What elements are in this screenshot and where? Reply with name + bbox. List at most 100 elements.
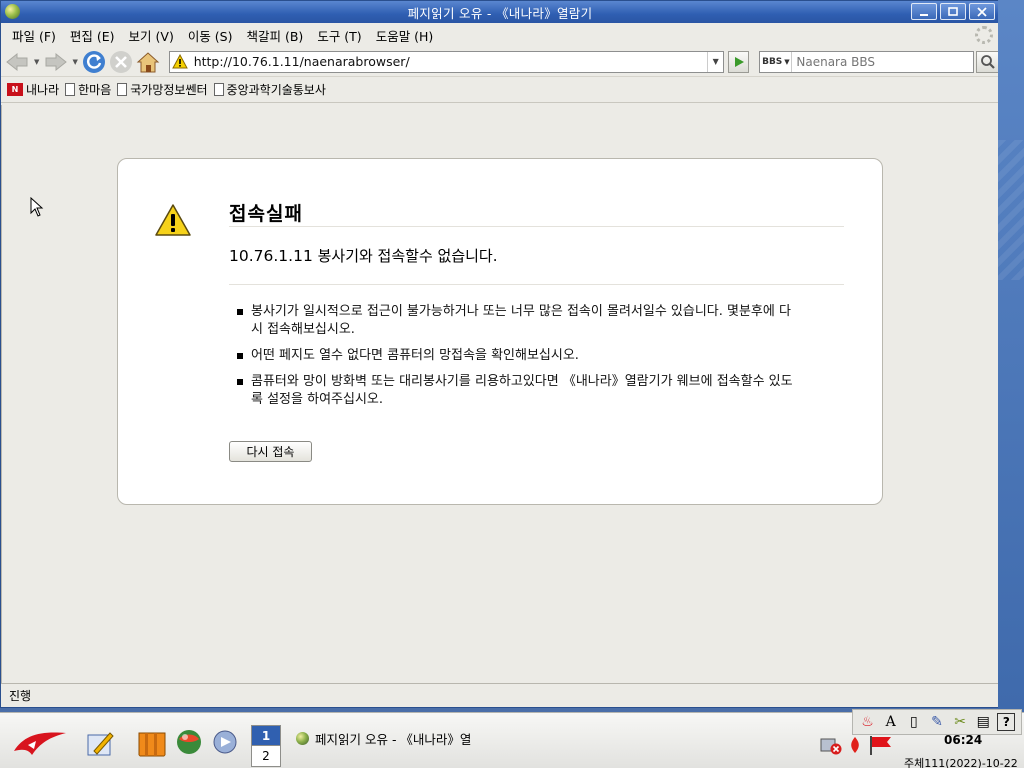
list-item: 봉사기가 일시적으로 접근이 불가능하거나 또는 너무 많은 접속이 몰려서일수… bbox=[235, 303, 795, 339]
notification-area bbox=[820, 735, 892, 755]
menu-go[interactable]: 이동 (S) bbox=[181, 26, 240, 45]
flame-status-icon[interactable] bbox=[848, 736, 862, 754]
page-icon bbox=[117, 83, 128, 96]
bookmark-label: 중앙과학기술통보사 bbox=[226, 83, 326, 97]
taskbar-window-button[interactable]: 페지읽기 오유 - 《내나라》열 bbox=[296, 727, 496, 749]
stop-button[interactable] bbox=[109, 49, 134, 75]
media-player-launcher-icon[interactable] bbox=[212, 729, 240, 757]
page-content: 접속실패 10.76.1.11 봉사기와 접속할수 없습니다. 봉사기가 일시적… bbox=[1, 105, 997, 683]
bookmark-label: 국가망정보쎈터 bbox=[130, 83, 208, 97]
status-text: 진행 bbox=[9, 689, 32, 703]
dictionary-icon[interactable]: ▯ bbox=[905, 713, 923, 731]
text-editor-launcher-icon[interactable] bbox=[86, 729, 114, 757]
warning-icon bbox=[170, 54, 190, 69]
browser-window: 페지읽기 오유 - 《내나라》열람기 파일 (F) 편집 (E) 보기 (V) … bbox=[0, 0, 1000, 708]
menu-tools[interactable]: 도구 (T) bbox=[310, 26, 368, 45]
close-icon bbox=[977, 6, 987, 17]
error-message: 봉사기와 접속할수 없습니다. bbox=[317, 247, 498, 265]
back-history-dropdown[interactable]: ▼ bbox=[32, 58, 42, 66]
page-icon bbox=[65, 83, 76, 96]
bookmark-label: 내나라 bbox=[26, 83, 60, 97]
search-icon bbox=[980, 54, 995, 69]
throbber-icon bbox=[975, 26, 993, 44]
search-engine-selector[interactable]: BBS ▼ bbox=[760, 51, 793, 72]
navigation-toolbar: ▼ ▼ ▼ BBS▼ bbox=[1, 47, 1000, 77]
go-button[interactable] bbox=[728, 50, 750, 73]
search-bar: BBS ▼ bbox=[759, 50, 974, 73]
notes-icon[interactable]: ✎ bbox=[928, 713, 946, 731]
maximize-icon bbox=[948, 6, 958, 16]
home-button[interactable] bbox=[136, 49, 161, 75]
window-title: 페지읽기 오유 - 《내나라》열람기 bbox=[407, 5, 593, 21]
back-icon bbox=[6, 52, 28, 71]
menu-view[interactable]: 보기 (V) bbox=[122, 26, 181, 45]
title-divider bbox=[229, 226, 844, 227]
forward-button[interactable] bbox=[43, 49, 68, 75]
browser-task-icon bbox=[296, 731, 309, 745]
menu-bar: 파일 (F) 편집 (E) 보기 (V) 이동 (S) 책갈피 (B) 도구 (… bbox=[1, 23, 999, 47]
menu-edit[interactable]: 편집 (E) bbox=[63, 26, 122, 45]
flag-icon[interactable] bbox=[868, 735, 892, 755]
reload-icon bbox=[83, 50, 106, 73]
minimize-icon bbox=[920, 13, 928, 16]
search-input[interactable] bbox=[792, 54, 973, 69]
bookmark-science-tech-news[interactable]: 중앙과학기술통보사 bbox=[213, 81, 326, 98]
clock-date: 주체111(2022)-10-22 bbox=[904, 757, 1018, 768]
warning-icon bbox=[155, 204, 191, 236]
description-divider bbox=[229, 284, 844, 285]
workspace-1[interactable]: 1 bbox=[252, 726, 280, 746]
address-bar: ▼ bbox=[168, 50, 725, 73]
error-title: 접속실패 bbox=[229, 203, 303, 225]
error-panel: 접속실패 10.76.1.11 봉사기와 접속할수 없습니다. 봉사기가 일시적… bbox=[117, 158, 883, 505]
list-item: 콤퓨터와 망이 방화벽 또는 대리봉사기를 리용하고있다면 《내나라》열람기가 … bbox=[235, 373, 795, 409]
desktop-background bbox=[998, 0, 1024, 712]
forward-history-dropdown[interactable]: ▼ bbox=[70, 58, 80, 66]
system-tray-panel: ♨ A ▯ ✎ ✂ ▤ ? bbox=[852, 709, 1022, 735]
naenara-logo-icon: N bbox=[7, 83, 23, 96]
bookmark-national-network-center[interactable]: 국가망정보쎈터 bbox=[117, 81, 208, 98]
clipboard-icon[interactable]: ▤ bbox=[974, 713, 992, 731]
browser-app-icon[interactable] bbox=[5, 4, 20, 19]
stop-icon bbox=[110, 50, 133, 73]
start-menu-logo-icon[interactable] bbox=[10, 725, 70, 761]
taskbar: 1 2 페지읽기 오유 - 《내나라》열 ♨ A ▯ ✎ ✂ ▤ ? 06:24… bbox=[0, 709, 1024, 768]
close-button[interactable] bbox=[969, 3, 995, 20]
workspace-switcher: 1 2 bbox=[251, 725, 281, 767]
bookmark-label: 한마음 bbox=[78, 83, 112, 97]
workspace-2[interactable]: 2 bbox=[252, 746, 280, 766]
file-manager-launcher-icon[interactable] bbox=[138, 729, 166, 757]
url-history-dropdown[interactable]: ▼ bbox=[707, 51, 723, 72]
home-icon bbox=[136, 51, 160, 72]
clock-time[interactable]: 06:24 bbox=[944, 733, 982, 747]
bookmark-naenara[interactable]: N 내나라 bbox=[7, 81, 59, 98]
task-title: 페지읽기 오유 - 《내나라》열 bbox=[315, 731, 472, 747]
font-icon[interactable]: A bbox=[882, 713, 900, 731]
help-icon[interactable]: ? bbox=[997, 713, 1016, 731]
mouse-cursor-icon bbox=[30, 197, 44, 217]
back-button[interactable] bbox=[5, 49, 30, 75]
go-icon bbox=[734, 56, 744, 67]
status-bar: 진행 bbox=[1, 683, 999, 707]
bookmarks-toolbar: N 내나라 한마음 국가망정보쎈터 중앙과학기술통보사 bbox=[1, 77, 999, 103]
retry-button[interactable]: 다시 접속 bbox=[229, 441, 312, 462]
menu-bookmarks[interactable]: 책갈피 (B) bbox=[240, 26, 311, 45]
error-suggestions: 봉사기가 일시적으로 접근이 불가능하거나 또는 너무 많은 접속이 몰려서일수… bbox=[235, 303, 795, 417]
forward-icon bbox=[45, 52, 67, 71]
search-engine-label: BBS bbox=[762, 56, 783, 67]
list-item: 어떤 페지도 열수 없다면 콤퓨터의 망접속을 확인해보십시오. bbox=[235, 347, 795, 365]
menu-file[interactable]: 파일 (F) bbox=[5, 26, 63, 45]
bookmark-hanmaeum[interactable]: 한마음 bbox=[65, 81, 111, 98]
flame-icon[interactable]: ♨ bbox=[859, 713, 877, 731]
minimize-button[interactable] bbox=[911, 3, 937, 20]
error-description: 10.76.1.11 봉사기와 접속할수 없습니다. bbox=[229, 245, 498, 266]
page-icon bbox=[213, 83, 224, 96]
maximize-button[interactable] bbox=[940, 3, 966, 20]
browser-launcher-icon[interactable] bbox=[176, 729, 204, 757]
tools-icon[interactable]: ✂ bbox=[951, 713, 969, 731]
search-button[interactable] bbox=[975, 50, 1000, 73]
url-input[interactable] bbox=[189, 54, 708, 69]
menu-help[interactable]: 도움말 (H) bbox=[369, 26, 441, 45]
title-bar[interactable]: 페지읽기 오유 - 《내나라》열람기 bbox=[1, 1, 999, 23]
network-disconnected-icon[interactable] bbox=[820, 735, 842, 755]
reload-button[interactable] bbox=[82, 49, 107, 75]
